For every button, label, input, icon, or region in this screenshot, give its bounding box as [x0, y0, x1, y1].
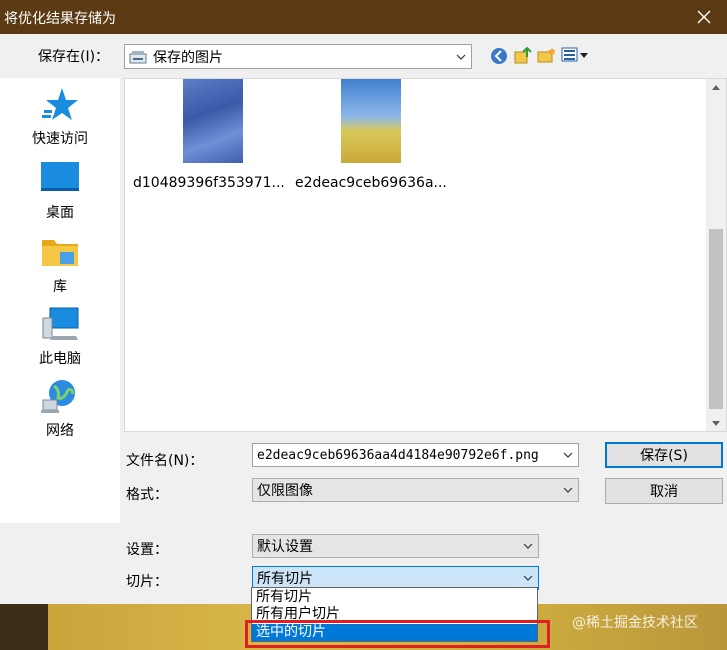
computer-icon — [42, 307, 79, 340]
slices-label: 切片： — [126, 574, 168, 590]
file-thumbnail-flowers — [341, 79, 401, 163]
scroll-down-icon[interactable] — [706, 415, 726, 431]
watermark: @稀土掘金技术社区 — [572, 615, 698, 631]
file-name: e2deac9ceb69636a... — [295, 175, 447, 191]
place-label: 快速访问 — [32, 131, 88, 147]
filename-label: 文件名(N)： — [126, 453, 204, 469]
vertical-scrollbar[interactable] — [706, 79, 726, 431]
window-title: 将优化结果存储为 — [4, 11, 116, 27]
place-network[interactable]: 网络 — [0, 378, 120, 448]
place-label: 桌面 — [46, 205, 74, 221]
settings-label: 设置： — [126, 542, 168, 558]
settings-select[interactable]: 默认设置 — [252, 534, 539, 558]
network-globe-icon — [41, 380, 75, 413]
scrollbar-thumb[interactable] — [709, 229, 723, 409]
place-label: 网络 — [46, 423, 74, 439]
quick-access-star-icon — [42, 88, 78, 120]
file-thumbnail-blue — [183, 79, 243, 163]
place-quick-access[interactable]: 快速访问 — [0, 86, 120, 156]
place-this-pc[interactable]: 此电脑 — [0, 306, 120, 376]
up-folder-icon — [514, 46, 532, 64]
format-select[interactable]: 仅限图像 — [252, 478, 579, 502]
library-folder-icon — [42, 240, 78, 266]
format-label: 格式： — [126, 487, 168, 503]
chevron-down-icon[interactable] — [558, 444, 578, 466]
format-value: 仅限图像 — [257, 483, 313, 499]
filename-value: e2deac9ceb69636aa4d4184e90792e6f.png — [257, 447, 539, 463]
slices-value: 所有切片 — [257, 571, 313, 587]
place-label: 库 — [53, 279, 67, 295]
chevron-down-icon — [518, 567, 538, 589]
back-button[interactable] — [490, 47, 508, 69]
save-in-label: 保存在(I)： — [38, 49, 110, 65]
save-in-value: 保存的图片 — [153, 49, 223, 66]
file-name: d10489396f353971... — [133, 175, 285, 191]
annotation-highlight-box — [245, 620, 550, 648]
close-button[interactable] — [681, 0, 727, 34]
chevron-down-icon — [518, 535, 538, 557]
places-bar: 快速访问 桌面 库 此电脑 网络 — [0, 78, 120, 523]
chevron-down-icon — [451, 46, 471, 68]
view-menu-button[interactable] — [561, 46, 589, 68]
up-folder-button[interactable] — [513, 45, 533, 69]
filename-input[interactable]: e2deac9ceb69636aa4d4184e90792e6f.png — [252, 443, 579, 467]
place-label: 此电脑 — [39, 351, 81, 367]
place-desktop[interactable]: 桌面 — [0, 160, 120, 230]
save-button[interactable]: 保存(S) — [605, 442, 723, 468]
scroll-up-icon[interactable] — [706, 79, 726, 95]
save-in-combo[interactable]: 保存的图片 — [124, 44, 472, 69]
view-grid-icon — [561, 47, 588, 62]
new-folder-button[interactable] — [537, 45, 557, 69]
desktop-icon — [41, 162, 79, 191]
title-bar: 将优化结果存储为 — [0, 0, 727, 34]
chevron-down-icon — [558, 479, 578, 501]
settings-value: 默认设置 — [257, 539, 313, 555]
slices-option-all[interactable]: 所有切片 — [252, 589, 537, 606]
file-list-pane[interactable]: d10489396f353971... e2deac9ceb69636a... — [124, 78, 727, 432]
save-dialog: 保存在(I)： 保存的图片 快速访问 桌面 库 此电脑 网络 d10489396… — [0, 34, 727, 604]
place-library[interactable]: 库 — [0, 234, 120, 304]
back-arrow-icon — [491, 48, 507, 64]
new-folder-icon — [537, 47, 556, 63]
close-icon — [697, 10, 711, 24]
folder-drive-icon — [129, 50, 147, 63]
cancel-button[interactable]: 取消 — [605, 478, 723, 504]
